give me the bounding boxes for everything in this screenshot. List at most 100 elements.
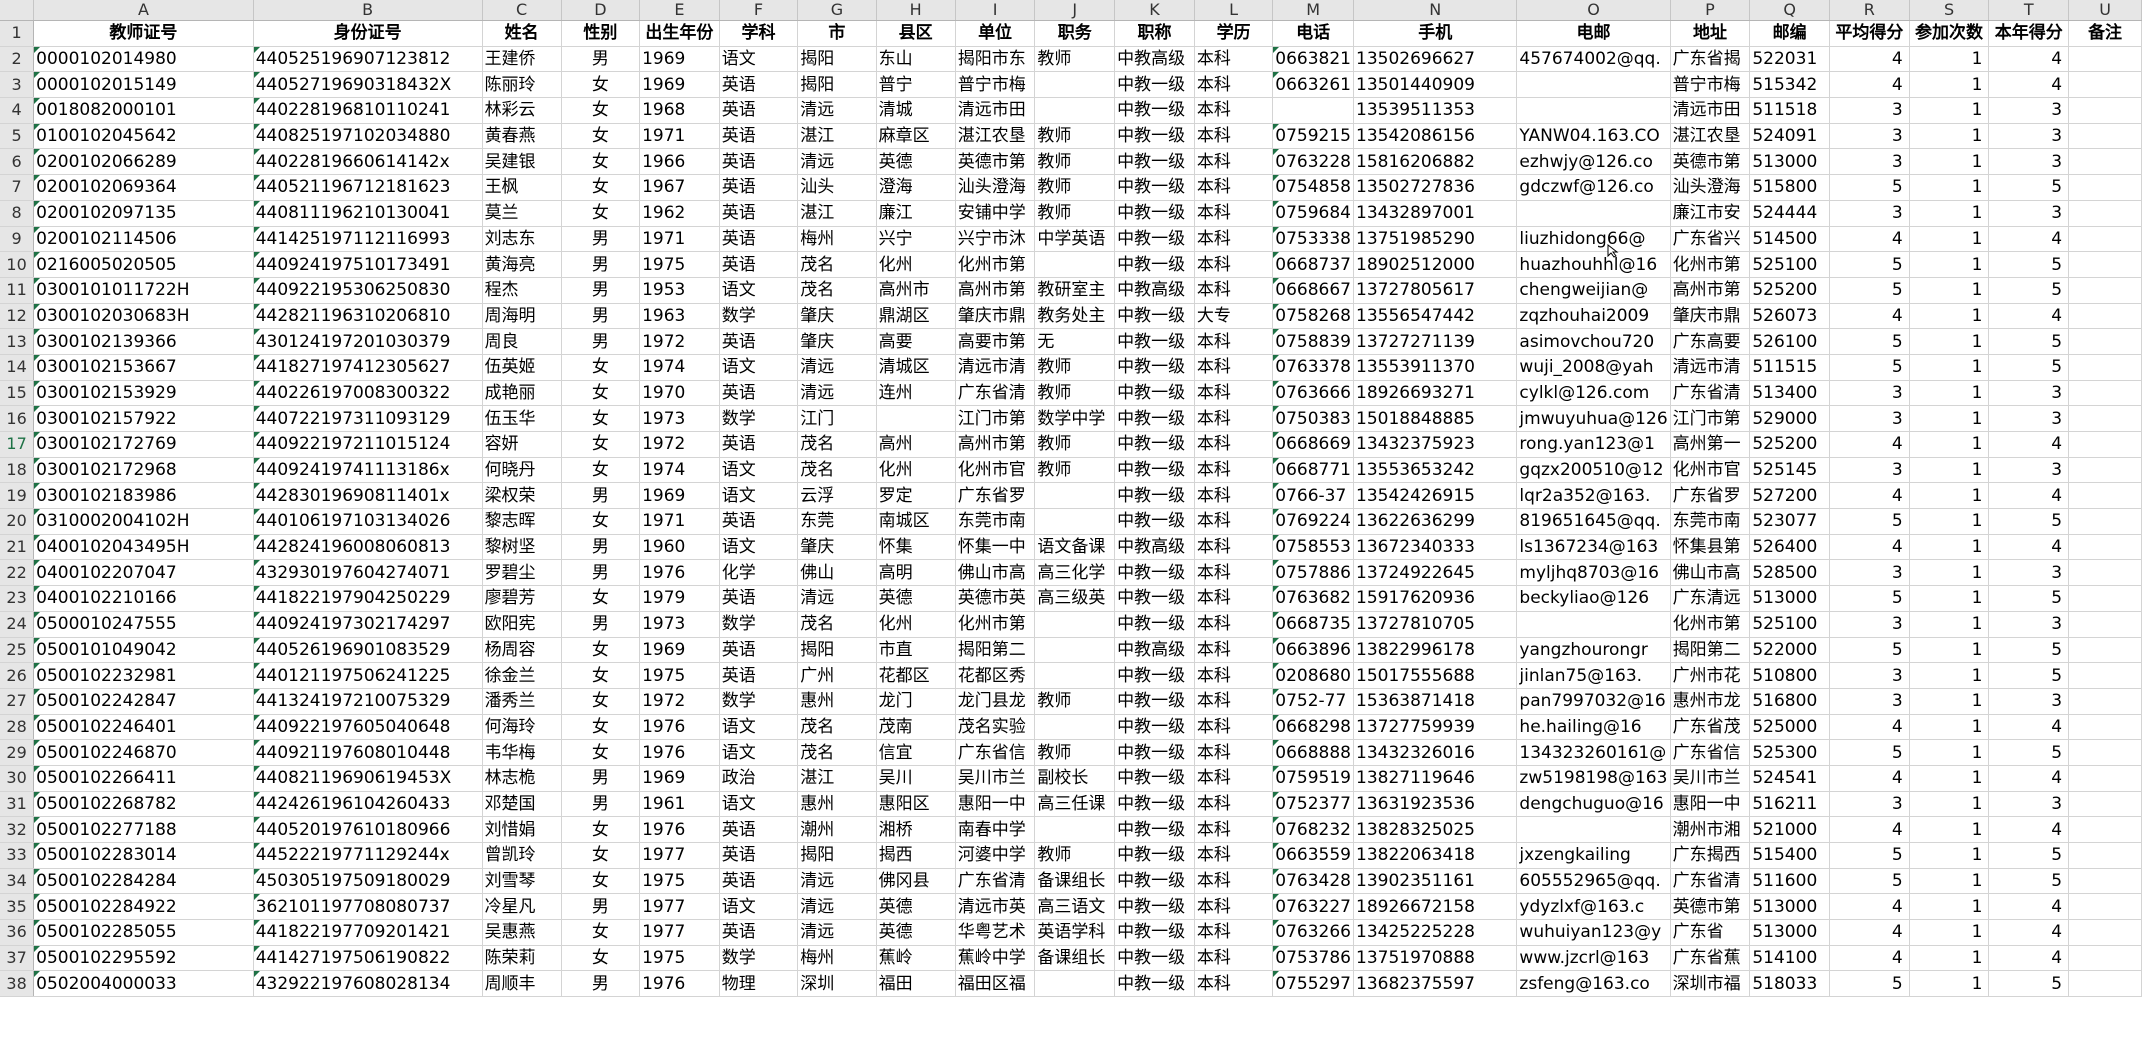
table-cell[interactable]: 513400 [1749,380,1830,407]
column-header[interactable]: R [1829,0,1910,21]
table-cell[interactable]: 刘志东 [482,226,562,253]
table-cell[interactable]: 怀集县第 [1670,534,1751,561]
table-cell[interactable] [2068,970,2142,998]
table-cell[interactable]: 15917620936 [1353,585,1518,612]
table-cell[interactable]: 5 [1829,970,1910,998]
table-cell[interactable]: 1 [1909,457,1990,484]
table-cell[interactable]: 13501440909 [1353,71,1518,99]
table-cell[interactable]: 清远市田 [955,97,1036,124]
table-cell[interactable]: 中教高级 [1114,46,1195,73]
table-cell[interactable]: 13432897001 [1353,200,1518,227]
table-cell[interactable]: 高三任课 [1034,791,1116,818]
table-cell[interactable]: 4 [1988,534,2070,561]
table-cell[interactable]: 1968 [639,97,720,124]
table-cell[interactable]: 东山 [876,46,956,73]
table-cell[interactable]: 教师 [1034,123,1116,150]
table-cell[interactable]: 1973 [639,405,720,432]
table-cell[interactable]: 1975 [639,868,720,895]
table-cell[interactable]: 本科 [1194,226,1274,253]
table-cell[interactable] [2068,431,2142,458]
table-cell[interactable]: 福田 [876,970,956,998]
table-cell[interactable]: 中教一级 [1114,97,1195,124]
table-cell[interactable]: 526400 [1749,534,1830,561]
table-cell[interactable]: 本科 [1194,816,1274,843]
table-cell[interactable] [2068,868,2142,895]
table-cell[interactable]: 5 [1829,868,1910,895]
table-cell[interactable]: 中教一级 [1114,791,1195,818]
table-cell[interactable] [2068,611,2142,638]
table-cell[interactable]: 0663821 [1272,46,1354,73]
table-cell[interactable]: 13542426915 [1353,482,1518,510]
table-cell[interactable]: 广东省清 [1670,868,1751,895]
table-cell[interactable]: 语文 [719,482,799,510]
table-cell[interactable]: 英语 [719,662,799,689]
table-cell[interactable]: 广东省信 [955,739,1036,766]
table-cell[interactable]: 1 [1909,637,1990,664]
table-cell[interactable]: 清远 [797,148,877,176]
table-cell[interactable]: 本科 [1194,765,1274,792]
table-cell[interactable]: 男 [561,611,641,638]
table-cell[interactable]: 441425197112116993 [253,226,483,253]
table-cell[interactable]: 数学 [719,405,799,432]
table-cell[interactable]: 中教高级 [1114,534,1195,561]
table-cell[interactable] [1516,200,1671,227]
table-cell[interactable]: 5 [1988,328,2070,355]
table-cell[interactable]: 惠阳区 [876,791,956,818]
table-cell[interactable]: 语文 [719,534,799,561]
table-cell[interactable]: 英语 [719,123,799,150]
table-cell[interactable]: 0668298 [1272,714,1354,741]
table-cell[interactable]: 佛山市高 [1670,559,1751,587]
table-cell[interactable]: 曾凯玲 [482,842,562,869]
table-cell[interactable]: 1974 [639,354,720,381]
column-header[interactable]: S [1909,0,1990,21]
table-cell[interactable]: 1975 [639,945,720,972]
table-cell[interactable]: 英语 [719,97,799,124]
table-cell[interactable]: 莫兰 [482,200,562,227]
table-cell[interactable]: 英语 [719,174,799,201]
header-cell[interactable]: 邮编 [1749,20,1830,47]
table-cell[interactable] [1516,816,1671,843]
table-cell[interactable]: 513000 [1749,585,1830,612]
table-cell[interactable]: 440525196907123812 [253,46,483,73]
table-cell[interactable]: 大专 [1194,303,1274,330]
table-cell[interactable]: 清远 [797,919,877,946]
table-cell[interactable]: 梁权荣 [482,482,562,510]
table-cell[interactable]: 18926672158 [1353,893,1518,921]
table-cell[interactable]: 茂名 [797,457,877,484]
table-cell[interactable]: 化州市第 [1670,251,1751,278]
table-cell[interactable]: 0755297 [1272,970,1354,998]
table-cell[interactable]: 4 [1829,765,1910,792]
table-cell[interactable]: 4 [1829,945,1910,972]
table-cell[interactable]: 0663261 [1272,71,1354,99]
header-cell[interactable]: 电话 [1272,20,1354,47]
table-cell[interactable]: 1 [1909,328,1990,355]
table-cell[interactable]: 0500102277188 [33,816,254,843]
table-cell[interactable]: 5 [1988,662,2070,689]
table-cell[interactable] [1034,662,1116,689]
table-cell[interactable]: 1977 [639,842,720,869]
table-cell[interactable]: 佛山 [797,559,877,587]
table-cell[interactable]: 524091 [1749,123,1830,150]
table-cell[interactable]: 1 [1909,739,1990,766]
table-cell[interactable]: 5 [1829,251,1910,278]
table-cell[interactable]: 1972 [639,328,720,355]
table-cell[interactable]: 0500101049042 [33,637,254,664]
table-cell[interactable] [2068,739,2142,766]
table-cell[interactable]: 英德市英 [955,585,1036,612]
table-cell[interactable]: 3 [1988,457,2070,484]
table-cell[interactable]: 1973 [639,611,720,638]
table-cell[interactable]: 4 [1829,714,1910,741]
table-cell[interactable]: 湛江农垦 [1670,123,1751,150]
table-cell[interactable]: 15363871418 [1353,688,1518,715]
table-cell[interactable] [876,405,956,432]
table-cell[interactable]: 4 [1988,46,2070,73]
table-cell[interactable]: 4 [1988,816,2070,843]
table-cell[interactable] [2068,662,2142,689]
table-cell[interactable]: 语文 [719,457,799,484]
table-cell[interactable]: 510800 [1749,662,1830,689]
header-cell[interactable]: 地址 [1670,20,1751,47]
table-cell[interactable]: 英德市第 [955,148,1036,176]
table-cell[interactable]: 澄海 [876,174,956,201]
table-cell[interactable]: 女 [561,508,641,535]
table-cell[interactable]: ls1367234@163 [1516,534,1671,561]
